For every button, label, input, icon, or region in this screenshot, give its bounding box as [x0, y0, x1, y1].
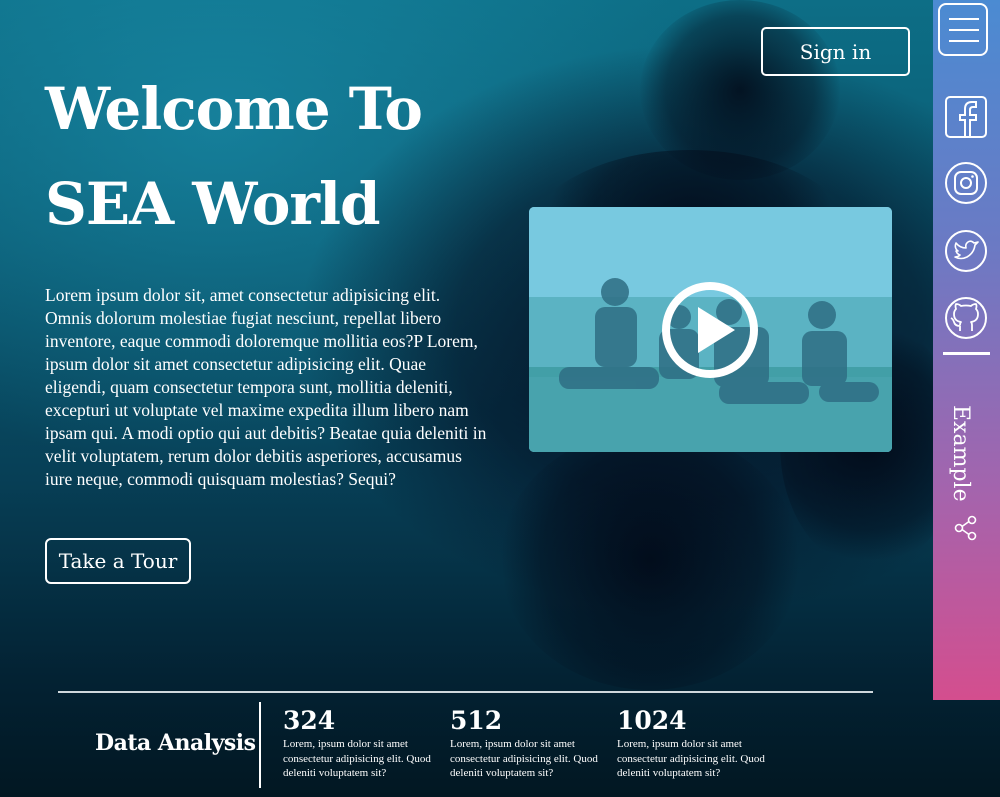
stat-text: Lorem, ipsum dolor sit amet consectetur … [283, 738, 431, 779]
analysis-title: Data Analysis [95, 730, 256, 756]
section-divider [58, 691, 873, 693]
sidebar-divider [943, 352, 990, 355]
page-title: Welcome To SEA World [45, 62, 475, 252]
stat-value: 1024 [617, 706, 687, 735]
stat-text: Lorem, ipsum dolor sit amet consectetur … [450, 738, 598, 779]
hero-description: Lorem ipsum dolor sit, amet consectetur … [45, 285, 487, 489]
sidebar-label: Example [948, 405, 973, 502]
title-line-2: SEA World [45, 170, 381, 238]
sidebar: Example [933, 0, 1000, 700]
video-thumbnail[interactable] [529, 207, 892, 452]
instagram-icon[interactable] [943, 160, 989, 206]
ink-cloud [500, 430, 800, 690]
stat-item: 512 Lorem, ipsum dolor sit amet consecte… [450, 705, 620, 781]
sidebar-label-text: Example [948, 405, 973, 502]
hamburger-menu-icon[interactable] [938, 3, 988, 56]
twitter-icon[interactable] [943, 228, 989, 274]
stat-item: 324 Lorem, ipsum dolor sit amet consecte… [283, 705, 453, 781]
take-a-tour-button[interactable]: Take a Tour [45, 538, 191, 584]
facebook-icon[interactable] [943, 94, 989, 140]
github-icon[interactable] [943, 295, 989, 341]
play-icon[interactable] [660, 280, 760, 380]
vertical-separator [259, 702, 261, 788]
share-icon[interactable] [953, 515, 979, 541]
stat-value: 324 [283, 706, 336, 735]
stat-item: 1024 Lorem, ipsum dolor sit amet consect… [617, 705, 787, 781]
title-line-1: Welcome To [45, 75, 423, 143]
stat-text: Lorem, ipsum dolor sit amet consectetur … [617, 738, 765, 779]
stat-value: 512 [450, 706, 503, 735]
sign-in-button[interactable]: Sign in [761, 27, 910, 76]
